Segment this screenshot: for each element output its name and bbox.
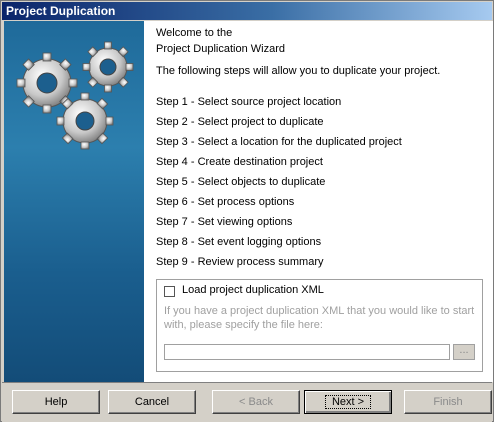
step-item: Step 7 - Set viewing options (156, 216, 293, 228)
back-button[interactable]: < Back (212, 390, 300, 414)
intro-description: The following steps will allow you to du… (156, 65, 441, 77)
next-button-label: Next > (324, 395, 372, 409)
gear-icon (82, 41, 134, 93)
xml-hint-text: If you have a project duplication XML th… (164, 305, 475, 331)
step-item: Step 8 - Set event logging options (156, 236, 322, 248)
load-xml-label[interactable]: Load project duplication XML (182, 284, 324, 296)
load-xml-checkbox[interactable] (164, 286, 175, 297)
step-item: Step 3 - Select a location for the dupli… (156, 136, 402, 148)
step-item: Step 2 - Select project to duplicate (156, 116, 324, 128)
browse-button[interactable]: ... (453, 344, 475, 360)
wizard-name: Project Duplication Wizard (156, 43, 285, 55)
wizard-content: Welcome to the Project Duplication Wizar… (144, 21, 493, 382)
button-bar: Help Cancel < Back Next > Finish (2, 382, 492, 422)
help-button[interactable]: Help (12, 390, 100, 414)
finish-button-label: Finish (433, 396, 463, 408)
cancel-button-label: Cancel (134, 396, 170, 408)
gears-illustration (16, 41, 134, 150)
step-item: Step 9 - Review process summary (156, 256, 324, 268)
back-button-label: < Back (239, 396, 273, 408)
finish-button[interactable]: Finish (404, 390, 492, 414)
welcome-line: Welcome to the (156, 27, 233, 39)
xml-file-path-input[interactable] (164, 344, 450, 360)
xml-option-group: Load project duplication XML If you have… (156, 279, 483, 372)
step-item: Step 4 - Create destination project (156, 156, 323, 168)
next-button[interactable]: Next > (304, 390, 392, 414)
step-item: Step 1 - Select source project location (156, 96, 342, 108)
help-button-label: Help (44, 396, 68, 408)
window-title: Project Duplication (2, 2, 492, 20)
wizard-side-banner (4, 21, 144, 382)
cancel-button[interactable]: Cancel (108, 390, 196, 414)
project-duplication-window: Project Duplication Welcome to the Proje… (0, 0, 494, 422)
step-item: Step 5 - Select objects to duplicate (156, 176, 326, 188)
gear-icon (56, 92, 114, 150)
step-item: Step 6 - Set process options (156, 196, 295, 208)
